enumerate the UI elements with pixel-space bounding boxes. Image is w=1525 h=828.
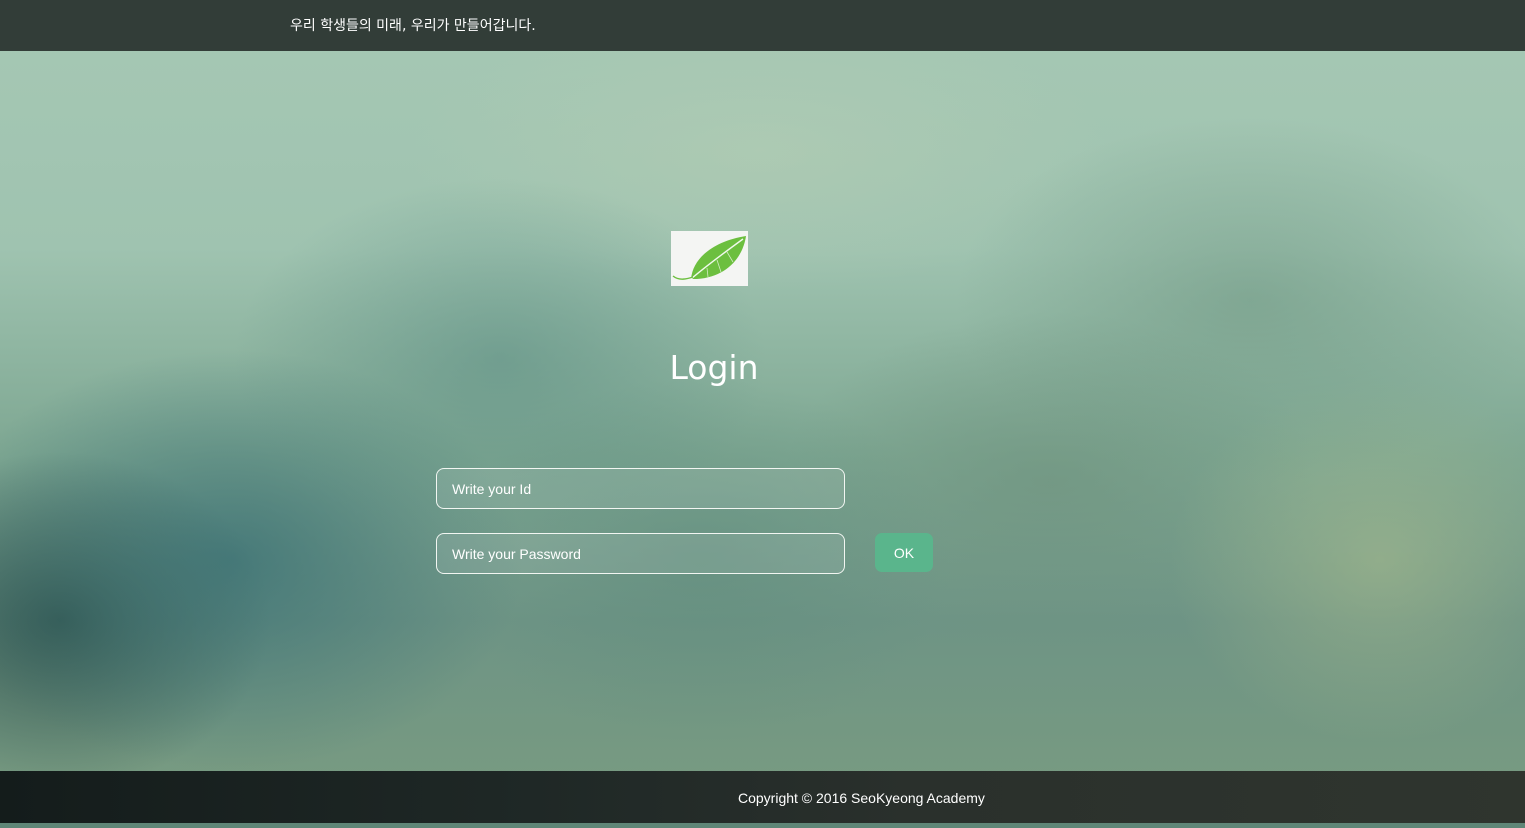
login-page: 우리 학생들의 미래, 우리가 만들어갑니다. Login OK Copyrig… [0, 0, 1525, 828]
copyright-text: Copyright © 2016 SeoKyeong Academy [738, 790, 985, 806]
login-title: Login [669, 348, 759, 387]
ok-button[interactable]: OK [875, 533, 933, 572]
header-slogan: 우리 학생들의 미래, 우리가 만들어갑니다. [290, 18, 536, 34]
blurred-mountain-background [0, 0, 1525, 828]
top-bar: 우리 학생들의 미래, 우리가 만들어갑니다. [0, 0, 1525, 51]
footer: Copyright © 2016 SeoKyeong Academy [0, 771, 1525, 823]
id-input[interactable] [436, 468, 845, 509]
password-input[interactable] [436, 533, 845, 574]
bottom-strip [0, 823, 1525, 828]
leaf-icon [672, 236, 746, 280]
leaf-logo [671, 231, 748, 286]
